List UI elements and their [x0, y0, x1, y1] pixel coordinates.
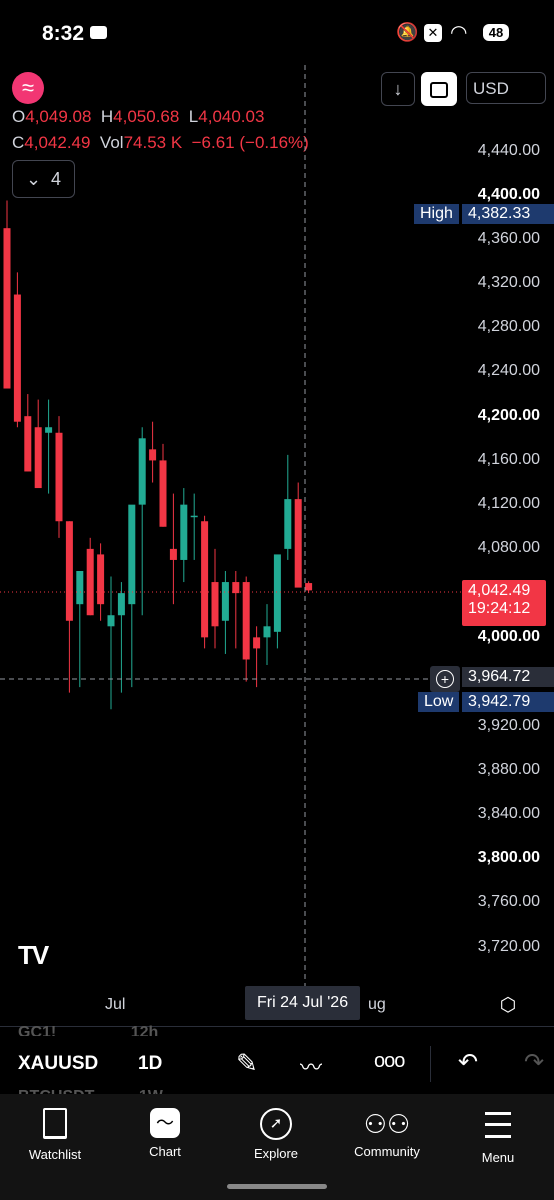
price-tick: 4,200.00 [477, 407, 540, 424]
candle-body [253, 637, 261, 649]
price-tick: 3,880.00 [477, 761, 540, 778]
candle-body [305, 583, 313, 591]
undo-icon[interactable]: ↶ [458, 1048, 478, 1077]
price-tick: 4,080.00 [477, 539, 540, 556]
toolbar-divider [430, 1046, 431, 1082]
bottom-navigation: Watchlist 〜 Chart ➚ Explore ⚇⚇ Community… [0, 1094, 554, 1200]
price-tick: 4,280.00 [477, 318, 540, 335]
candle-body [221, 582, 229, 621]
more-tools-icon[interactable]: ooo [374, 1050, 405, 1073]
people-icon: ⚇⚇ [363, 1109, 411, 1139]
bar-countdown: 19:24:12 [468, 600, 531, 617]
bookmark-list-icon [43, 1108, 67, 1139]
time-label-jul: Jul [105, 996, 126, 1013]
crosshair-price-value: 3,964.72 [462, 667, 554, 687]
candle-body [45, 427, 53, 433]
price-tick: 3,720.00 [477, 938, 540, 955]
gesture-bar [227, 1184, 327, 1189]
candle-body [169, 548, 177, 560]
current-price-value: 4,042.49 [468, 582, 531, 599]
drawing-toolbar: XAUUSD 1D ✎ 〰 ooo ↶ ↷ [0, 1036, 554, 1094]
candle-body [273, 554, 281, 632]
nav-community-label: Community [354, 1144, 420, 1159]
price-tick: 3,840.00 [477, 805, 540, 822]
price-tick: 4,000.00 [477, 628, 540, 645]
nav-explore[interactable]: ➚ Explore [235, 1108, 317, 1161]
candle-body [159, 460, 167, 527]
candle-body [86, 548, 94, 616]
price-chart[interactable] [0, 0, 554, 1030]
hamburger-icon [485, 1112, 511, 1138]
tradingview-logo: TV [18, 940, 49, 971]
add-alert-button[interactable]: + [430, 666, 460, 692]
plus-circle-icon: + [436, 670, 454, 688]
price-tick: 4,440.00 [477, 142, 540, 159]
price-tick: 4,320.00 [477, 274, 540, 291]
current-interval[interactable]: 1D [138, 1053, 162, 1075]
candle-body [180, 504, 188, 560]
candle-body [263, 626, 271, 638]
candle-body [232, 582, 240, 594]
trend-line-tool-icon[interactable]: 〰 [300, 1050, 322, 1082]
redo-icon[interactable]: ↷ [524, 1048, 544, 1077]
nav-community[interactable]: ⚇⚇ Community [346, 1108, 428, 1159]
price-tick: 3,800.00 [477, 849, 540, 866]
candle-body [55, 432, 63, 522]
time-label-aug: ug [368, 996, 386, 1013]
candle-body [242, 582, 250, 660]
current-price-tag: 4,042.49 19:24:12 [462, 580, 546, 626]
nav-watchlist[interactable]: Watchlist [14, 1108, 96, 1162]
candle-body [190, 515, 198, 518]
candle-body [34, 427, 42, 489]
candle-body [117, 593, 125, 616]
candle-body [201, 521, 209, 638]
nav-chart-label: Chart [149, 1144, 181, 1159]
candle-body [24, 416, 32, 472]
candle-body [13, 294, 21, 422]
price-tick: 4,120.00 [477, 495, 540, 512]
candle-body [128, 504, 136, 605]
candle-body [138, 438, 146, 505]
nav-menu[interactable]: Menu [457, 1108, 539, 1165]
nav-menu-label: Menu [481, 1150, 515, 1165]
price-tick: 3,920.00 [477, 717, 540, 734]
candle-body [211, 582, 219, 627]
candle-body [284, 499, 292, 549]
crosshair-date-tag: Fri 24 Jul '26 [245, 986, 361, 1020]
symbol-above-interval: 12h [130, 1024, 159, 1036]
price-tick: 4,400.00 [477, 186, 540, 203]
nav-watchlist-label: Watchlist [28, 1147, 82, 1162]
high-tag-value: 4,382.33 [462, 204, 554, 224]
candle-body [97, 554, 105, 605]
chart-settings-icon[interactable]: ⬡ [498, 996, 518, 1016]
candle-body [65, 521, 73, 621]
candle-body [3, 228, 11, 389]
symbol-above[interactable]: GC1! 12h [18, 1024, 158, 1036]
candle-body [149, 449, 157, 461]
current-symbol-name: XAUUSD [18, 1053, 99, 1074]
nav-explore-label: Explore [253, 1146, 299, 1161]
price-tick: 3,760.00 [477, 893, 540, 910]
candle-body [76, 571, 84, 605]
compass-icon: ➚ [260, 1108, 292, 1140]
symbol-above-name: GC1! [18, 1024, 57, 1036]
price-tick: 4,240.00 [477, 362, 540, 379]
watermark-text: TV [18, 940, 49, 970]
chart-icon: 〜 [150, 1108, 180, 1138]
high-tag-label: High [414, 204, 459, 224]
low-tag-value: 3,942.79 [462, 692, 554, 712]
candle-body [294, 499, 302, 588]
price-tick: 4,160.00 [477, 451, 540, 468]
low-tag-label: Low [418, 692, 460, 712]
brush-tool-icon[interactable]: ✎ [236, 1048, 258, 1079]
price-tick: 4,360.00 [477, 230, 540, 247]
candlestick-series [3, 200, 313, 710]
nav-chart[interactable]: 〜 Chart [124, 1108, 206, 1159]
candle-body [107, 615, 115, 627]
current-symbol[interactable]: XAUUSD [18, 1053, 98, 1075]
